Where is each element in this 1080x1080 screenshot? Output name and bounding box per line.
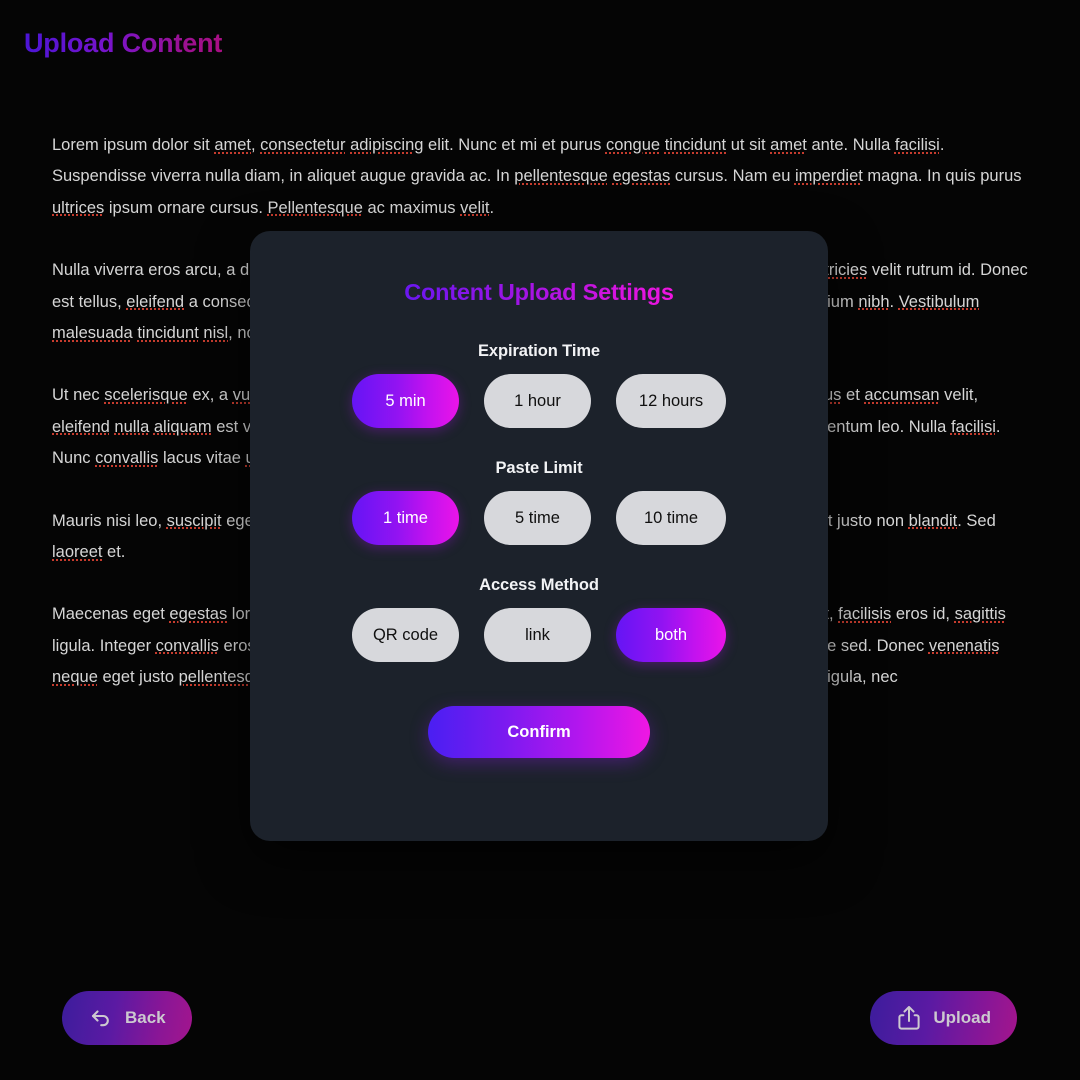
confirm-button[interactable]: Confirm: [428, 706, 650, 758]
setting-group-paste-limit: Paste Limit 1 time 5 time 10 time: [250, 459, 828, 545]
option-access-qr-code[interactable]: QR code: [352, 608, 459, 662]
option-paste-limit-5-time[interactable]: 5 time: [484, 491, 591, 545]
group-label-expiration-time: Expiration Time: [478, 342, 600, 360]
pill-row-expiration-time: 5 min 1 hour 12 hours: [352, 374, 726, 428]
pill-row-paste-limit: 1 time 5 time 10 time: [352, 491, 726, 545]
group-label-paste-limit: Paste Limit: [495, 459, 583, 477]
setting-group-access-method: Access Method QR code link both: [250, 576, 828, 662]
option-expiration-1-hour[interactable]: 1 hour: [484, 374, 591, 428]
app-root: Upload Content Lorem ipsum dolor sit ame…: [0, 0, 1080, 1080]
option-paste-limit-1-time[interactable]: 1 time: [352, 491, 459, 545]
content-upload-settings-modal: Content Upload Settings Expiration Time …: [250, 231, 828, 841]
group-label-access-method: Access Method: [479, 576, 599, 594]
setting-group-expiration-time: Expiration Time 5 min 1 hour 12 hours: [250, 342, 828, 428]
option-expiration-12-hours[interactable]: 12 hours: [616, 374, 726, 428]
back-button[interactable]: Back: [62, 991, 192, 1045]
page-title: Upload Content: [24, 28, 223, 58]
option-access-link[interactable]: link: [484, 608, 591, 662]
option-access-both[interactable]: both: [616, 608, 726, 662]
body-paragraph: Lorem ipsum dolor sit amet, consectetur …: [52, 136, 1022, 217]
modal-title: Content Upload Settings: [404, 279, 674, 305]
upload-button-label: Upload: [933, 1008, 991, 1027]
upload-button[interactable]: Upload: [870, 991, 1017, 1045]
pill-row-access-method: QR code link both: [352, 608, 726, 662]
back-arrow-icon: [88, 1005, 114, 1031]
back-button-label: Back: [125, 1008, 166, 1027]
option-paste-limit-10-time[interactable]: 10 time: [616, 491, 726, 545]
upload-share-icon: [896, 1004, 922, 1032]
option-expiration-5-min[interactable]: 5 min: [352, 374, 459, 428]
